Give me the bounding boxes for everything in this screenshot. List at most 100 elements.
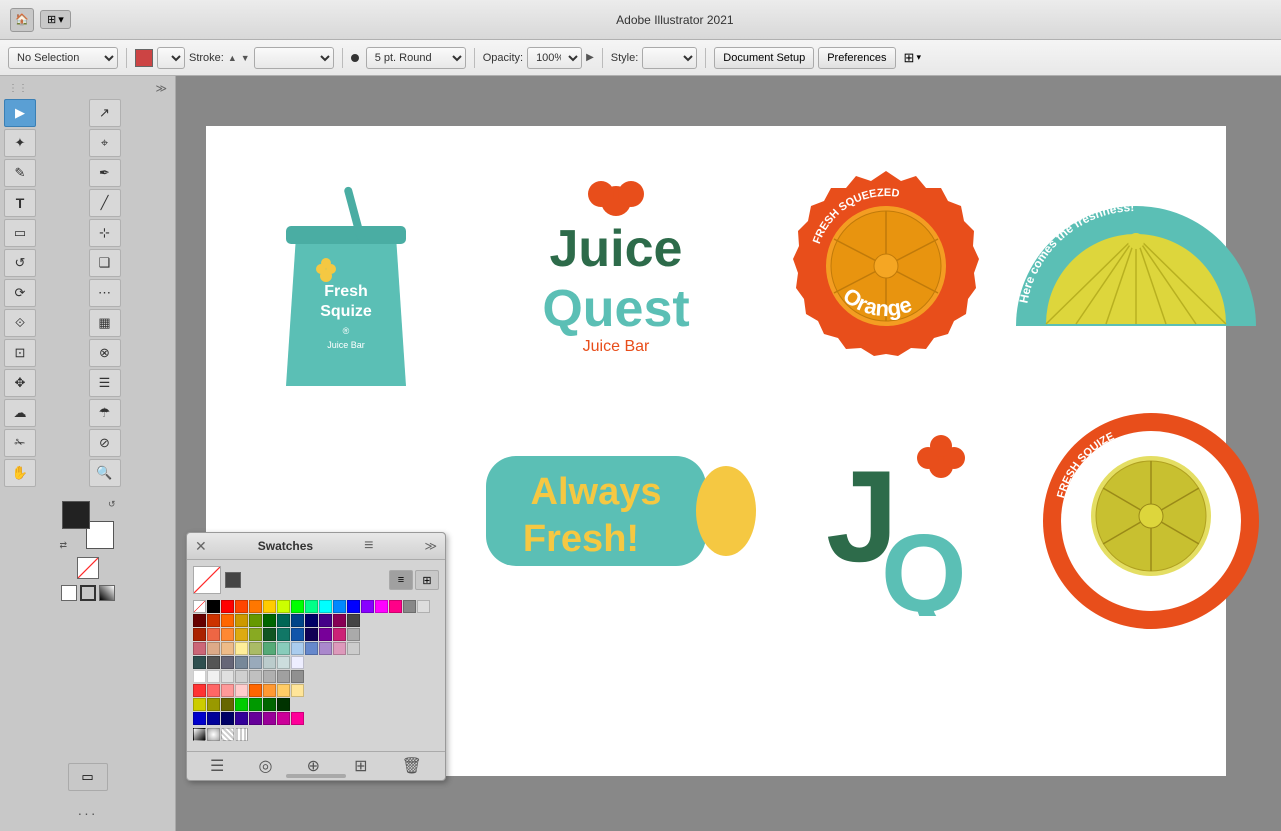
- pen-btn[interactable]: ✎: [4, 159, 36, 187]
- grid-view-btn[interactable]: ⊞: [415, 570, 439, 590]
- panel-close-btn[interactable]: ✕: [195, 538, 207, 555]
- swatch-color[interactable]: [375, 600, 388, 613]
- foreground-color-box[interactable]: [62, 501, 90, 529]
- swatch-color[interactable]: [277, 698, 290, 711]
- show-color-groups-btn[interactable]: ◎: [259, 756, 273, 776]
- screen-mode-btn[interactable]: ▭: [68, 763, 108, 791]
- eraser-btn[interactable]: ⊘: [89, 429, 121, 457]
- swatch-color[interactable]: [263, 614, 276, 627]
- line-btn[interactable]: ╱: [89, 189, 121, 217]
- pattern-swatch2[interactable]: [235, 728, 248, 741]
- toolbox-collapse-btn[interactable]: ≫: [155, 82, 167, 95]
- style-dropdown[interactable]: [642, 47, 697, 69]
- swatch-color[interactable]: [249, 698, 262, 711]
- free-transform-btn[interactable]: ⟐: [4, 309, 36, 337]
- new-swatch-btn[interactable]: ⊞: [354, 756, 367, 776]
- swatch-color[interactable]: [235, 642, 248, 655]
- swatch-color[interactable]: [207, 642, 220, 655]
- swatch-color[interactable]: [291, 642, 304, 655]
- swatch-color[interactable]: [319, 642, 332, 655]
- background-color-box[interactable]: [86, 521, 114, 549]
- lasso-btn[interactable]: ⌖: [89, 129, 121, 157]
- swatch-color[interactable]: [193, 642, 206, 655]
- symbol-btn[interactable]: ☰: [89, 369, 121, 397]
- swatch-color[interactable]: [235, 712, 248, 725]
- preferences-button[interactable]: Preferences: [818, 47, 895, 69]
- swatch-color[interactable]: [403, 600, 416, 613]
- swatch-color[interactable]: [305, 600, 318, 613]
- swatch-color[interactable]: [277, 712, 290, 725]
- orange-badge[interactable]: FRESH SQUEEZED Orange: [786, 166, 986, 366]
- swatch-color[interactable]: [389, 600, 402, 613]
- swatch-color[interactable]: [249, 712, 262, 725]
- home-icon[interactable]: 🏠: [10, 8, 34, 32]
- selection-dropdown[interactable]: No Selection: [8, 47, 118, 69]
- swatch-color[interactable]: [235, 628, 248, 641]
- swatch-color[interactable]: [263, 642, 276, 655]
- swatch-color[interactable]: [207, 712, 220, 725]
- swatch-color[interactable]: [291, 684, 304, 697]
- opacity-expand-btn[interactable]: ▶: [586, 52, 594, 63]
- swatch-color[interactable]: [263, 656, 276, 669]
- stroke-dropdown[interactable]: [254, 47, 334, 69]
- swatch-color[interactable]: [193, 684, 206, 697]
- swap-colors-btn[interactable]: ⇄: [60, 540, 68, 551]
- list-view-btn[interactable]: ≡: [389, 570, 413, 590]
- swatch-color[interactable]: [305, 628, 318, 641]
- swatch-color[interactable]: [207, 698, 220, 711]
- swatch-color[interactable]: [193, 698, 206, 711]
- swatch-color[interactable]: [249, 600, 262, 613]
- swatch-color[interactable]: [249, 670, 262, 683]
- gradient-swatch1[interactable]: [193, 728, 206, 741]
- swatch-color[interactable]: [291, 656, 304, 669]
- stroke-style-dropdown[interactable]: 5 pt. Round: [366, 47, 466, 69]
- none-swatch[interactable]: [193, 566, 221, 594]
- gradient-swatch2[interactable]: [207, 728, 220, 741]
- warp-btn[interactable]: ⟳: [4, 279, 36, 307]
- swatch-color[interactable]: [319, 628, 332, 641]
- rotate-btn[interactable]: ↺: [4, 249, 36, 277]
- shape-builder-btn[interactable]: ▦: [89, 309, 121, 337]
- fill-color-btn[interactable]: [135, 49, 153, 67]
- swatch-color[interactable]: [235, 614, 248, 627]
- swatch-color[interactable]: [263, 600, 276, 613]
- swatch-color[interactable]: [277, 642, 290, 655]
- doc-setup-button[interactable]: Document Setup: [714, 47, 814, 69]
- swatch-library-btn[interactable]: ☰: [210, 756, 224, 776]
- swatch-color[interactable]: [361, 600, 374, 613]
- swatch-color[interactable]: [221, 684, 234, 697]
- lemonade-circle[interactable]: FRESH SQUIZE Lemonade: [1041, 411, 1261, 631]
- swatch-color[interactable]: [305, 642, 318, 655]
- swatch-color[interactable]: [193, 628, 206, 641]
- magic-wand-btn[interactable]: ✦: [4, 129, 36, 157]
- fill-dropdown[interactable]: [157, 47, 185, 69]
- swatch-color[interactable]: [291, 628, 304, 641]
- swatch-none-small[interactable]: [193, 600, 206, 613]
- type-btn[interactable]: T: [4, 189, 36, 217]
- swatch-color[interactable]: [207, 614, 220, 627]
- swatch-color[interactable]: [291, 712, 304, 725]
- swatch-color[interactable]: [235, 600, 248, 613]
- swatch-color[interactable]: [221, 670, 234, 683]
- swatch-color[interactable]: [249, 684, 262, 697]
- panel-menu-btn[interactable]: ≡: [364, 537, 373, 555]
- swatch-color[interactable]: [249, 656, 262, 669]
- swatch-color[interactable]: [305, 614, 318, 627]
- swatch-color[interactable]: [207, 670, 220, 683]
- swatch-color[interactable]: [263, 628, 276, 641]
- eyedropper-btn[interactable]: ⊹: [89, 219, 121, 247]
- swatch-color[interactable]: [221, 712, 234, 725]
- swatch-color[interactable]: [347, 600, 360, 613]
- stroke-up-btn[interactable]: ▲: [228, 53, 237, 63]
- swatch-color[interactable]: [249, 614, 262, 627]
- swatch-color[interactable]: [277, 684, 290, 697]
- swatch-color[interactable]: [319, 614, 332, 627]
- swatch-color[interactable]: [235, 670, 248, 683]
- chart-btn[interactable]: ☁: [4, 399, 36, 427]
- swatch-color[interactable]: [193, 656, 206, 669]
- workspace-btn[interactable]: ⊞▾: [904, 50, 921, 66]
- mesh-btn[interactable]: ⊗: [89, 339, 121, 367]
- fresh-squize-cup[interactable]: Fresh Squize ® Juice Bar: [266, 186, 426, 386]
- swatch-color[interactable]: [333, 614, 346, 627]
- panel-collapse-btn[interactable]: ≫: [424, 539, 437, 553]
